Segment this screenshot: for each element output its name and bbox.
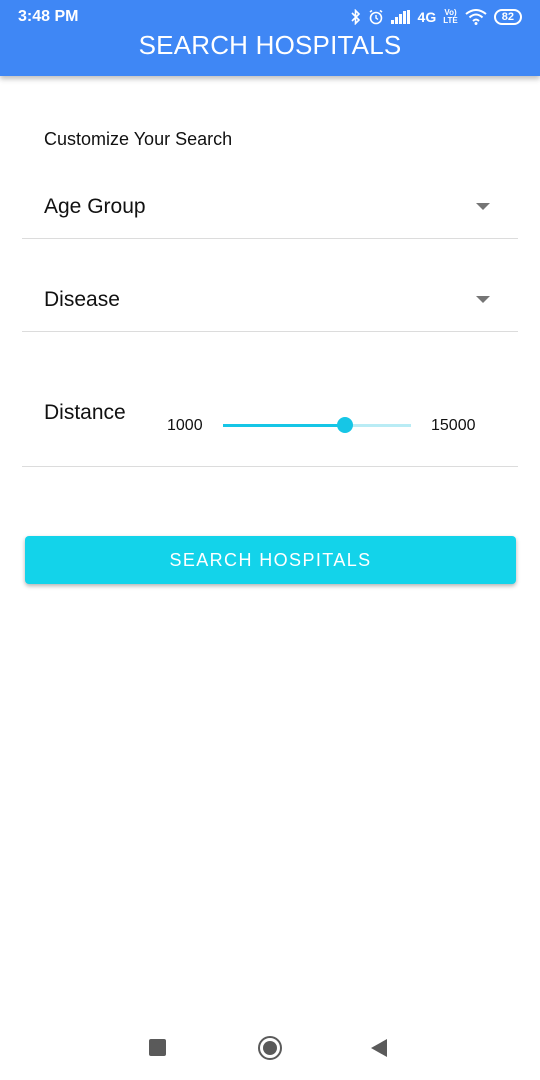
age-group-dropdown[interactable]: Age Group	[22, 183, 518, 239]
bluetooth-icon	[350, 9, 360, 25]
section-title: Customize Your Search	[44, 129, 233, 149]
page-title: SEARCH HOSPITALS	[138, 30, 402, 60]
chevron-down-icon	[476, 203, 490, 210]
distance-row: Distance 1000 15000	[22, 380, 518, 467]
battery-icon: 82	[493, 9, 522, 25]
status-icons: 4G Vo) LTE 82	[350, 6, 522, 28]
back-icon[interactable]	[371, 1039, 387, 1057]
disease-label: Disease	[44, 288, 120, 311]
network-type-label: 4G	[417, 9, 437, 25]
app-bar: 3:48 PM 4G Vo) LTE 82 SEARCH HOSPITALS	[0, 0, 540, 76]
disease-dropdown[interactable]: Disease	[22, 276, 518, 332]
status-time: 3:48 PM	[18, 8, 79, 25]
distance-min-label: 1000	[167, 417, 203, 434]
signal-icon	[390, 10, 410, 24]
slider-fill	[223, 424, 346, 427]
system-nav-bar	[0, 1020, 540, 1080]
distance-max-label: 15000	[431, 417, 476, 434]
alarm-icon	[369, 9, 383, 25]
recents-icon[interactable]	[149, 1039, 166, 1056]
wifi-icon	[465, 9, 487, 25]
home-icon[interactable]	[258, 1036, 282, 1060]
distance-slider[interactable]	[223, 417, 411, 433]
distance-label: Distance	[44, 401, 126, 424]
chevron-down-icon	[476, 296, 490, 303]
search-hospitals-button[interactable]: SEARCH HOSPITALS	[25, 536, 516, 584]
volte-icon: Vo) LTE	[443, 8, 458, 25]
age-group-label: Age Group	[44, 195, 146, 218]
slider-thumb[interactable]	[337, 417, 354, 433]
